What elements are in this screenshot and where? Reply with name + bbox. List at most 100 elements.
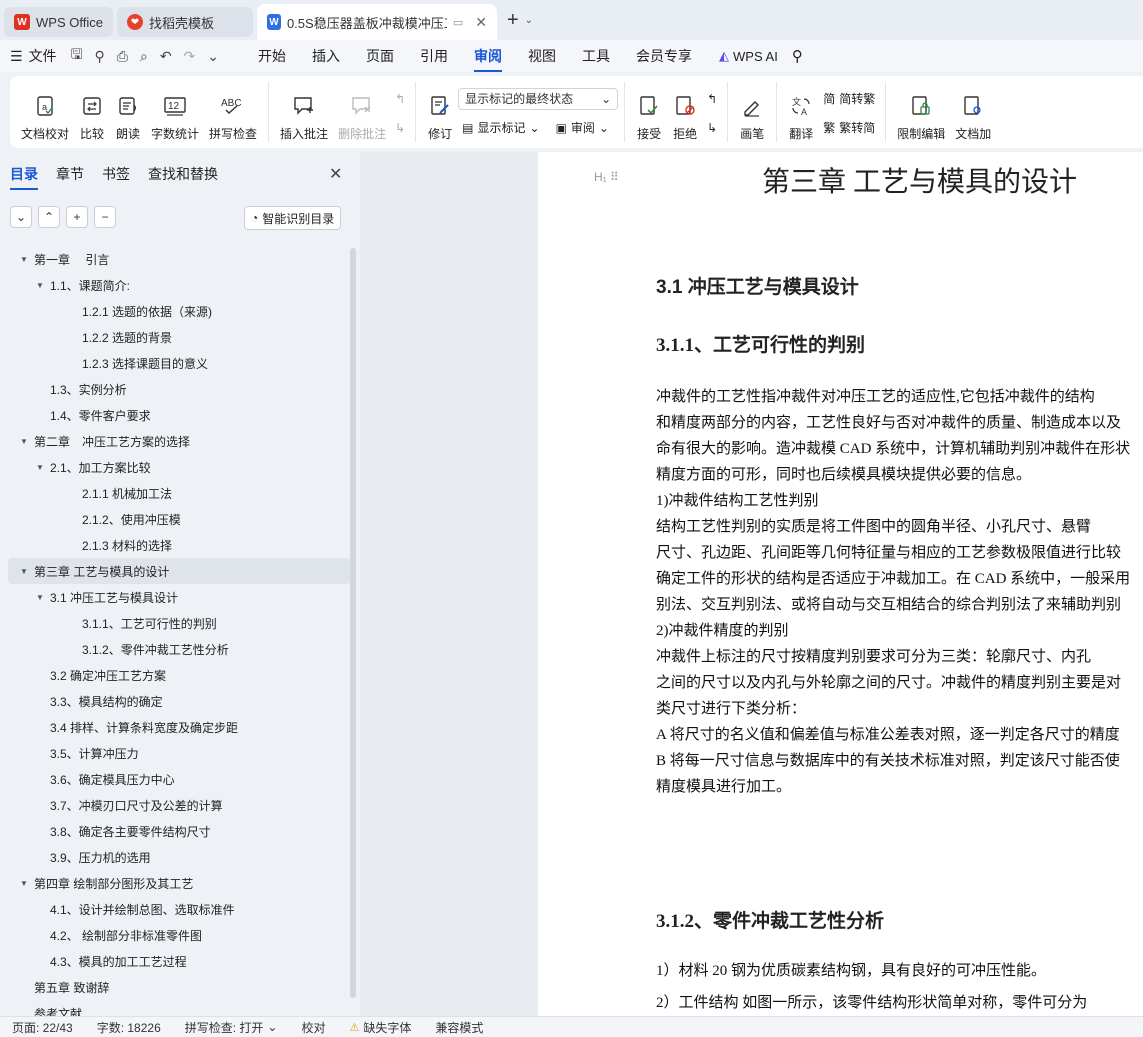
show-markup-button[interactable]: ▤ 显示标记 ⌄ <box>458 117 543 138</box>
toc-item[interactable]: 2.1.3 材料的选择 <box>8 532 350 558</box>
toc-item[interactable]: 4.2、 绘制部分非标准零件图 <box>8 922 350 948</box>
spell-check-button[interactable]: ABC 拼写检查 <box>204 84 262 142</box>
search-icon[interactable]: ⚲ <box>792 47 803 65</box>
toc-item[interactable]: 2.1.2、使用冲压模 <box>8 506 350 532</box>
toc-item[interactable]: ▼ 第二章 冲压工艺方案的选择 <box>8 428 350 454</box>
caret-down-icon[interactable]: ▼ <box>34 281 46 290</box>
tab-current-document[interactable]: W 0.5S稳压器盖板冲裁模冲压工… ▭ ✕ <box>256 4 497 40</box>
document-encrypt-button[interactable]: 文档加 <box>950 84 996 142</box>
toc-item[interactable]: 4.1、设计并绘制总图、选取标准件 <box>8 896 350 922</box>
caret-down-icon[interactable]: ▼ <box>34 593 46 602</box>
toc-item[interactable]: ▼ 第四章 绘制部分图形及其工艺 <box>8 870 350 896</box>
toc-item[interactable]: 2.1.1 机械加工法 <box>8 480 350 506</box>
chevron-down-icon[interactable]: ⌄ <box>10 206 32 228</box>
toc-item[interactable]: 4.3、模具的加工工艺过程 <box>8 948 350 974</box>
nav-tab-sections[interactable]: 章节 <box>56 164 84 184</box>
smart-toc-button[interactable]: ◔ 智能识别目录 <box>244 206 342 230</box>
toc-item[interactable]: 3.9、压力机的选用 <box>8 844 350 870</box>
markup-display-select[interactable]: 显示标记的最终状态 ⌄ <box>458 87 619 110</box>
previous-change-icon[interactable]: ↰ <box>703 90 721 108</box>
minus-icon[interactable]: − <box>94 206 116 228</box>
previous-comment-icon[interactable]: ↰ <box>391 90 409 108</box>
caret-down-icon[interactable]: ▼ <box>18 255 30 264</box>
word-count-indicator[interactable]: 字数: 18226 <box>97 1019 161 1036</box>
menu-insert[interactable]: 插入 <box>312 46 340 66</box>
tab-wps-office[interactable]: W WPS Office <box>4 7 113 37</box>
document-page[interactable]: H₁ ⠿ 第三章 工艺与模具的设计 3.1 冲压工艺与模具设计 3.1.1、工艺… <box>538 152 1143 1016</box>
wps-ai-button[interactable]: ◭ WPS AI <box>719 48 778 64</box>
plus-icon[interactable]: + <box>66 206 88 228</box>
caret-down-icon[interactable]: ▼ <box>18 567 30 576</box>
chevron-down-icon[interactable]: ⌄ <box>525 15 533 26</box>
toc-item[interactable]: 3.1.1、工艺可行性的判别 <box>8 610 350 636</box>
track-changes-button[interactable]: 修订 <box>422 84 458 142</box>
print-preview-icon[interactable]: ⌕ <box>140 48 148 65</box>
menu-review[interactable]: 审阅 <box>474 46 503 72</box>
toc-item[interactable]: 1.2.2 选题的背景 <box>8 324 350 350</box>
close-icon[interactable]: ✕ <box>475 14 487 31</box>
restrict-editing-button[interactable]: 限制编辑 <box>892 84 950 142</box>
toc-item[interactable]: ▼ 1.1、课题简介: <box>8 272 350 298</box>
simplified-to-traditional-button[interactable]: 简简转繁 <box>819 88 879 109</box>
translate-button[interactable]: 文A 翻译 <box>783 84 819 142</box>
caret-down-icon[interactable]: ▼ <box>34 463 46 472</box>
review-pane-button[interactable]: ▣ 审阅 ⌄ <box>552 117 613 138</box>
chevron-up-icon[interactable]: ⌃ <box>38 206 60 228</box>
menu-member[interactable]: 会员专享 <box>636 46 692 66</box>
redo-icon[interactable]: ↷ <box>184 48 196 65</box>
accept-button[interactable]: 接受 <box>631 84 667 142</box>
pen-button[interactable]: 画笔 <box>734 84 770 142</box>
toc-scrollbar[interactable] <box>350 248 356 998</box>
toc-item[interactable]: ▼ 第三章 工艺与模具的设计 <box>8 558 350 584</box>
menu-tools[interactable]: 工具 <box>582 46 610 66</box>
chevron-down-icon[interactable]: ⌄ <box>207 48 219 65</box>
close-icon[interactable]: ✕ <box>329 164 342 184</box>
toc-item[interactable]: 3.8、确定各主要零件结构尺寸 <box>8 818 350 844</box>
tab-docer-templates[interactable]: ❤ 找稻壳模板 <box>116 7 253 37</box>
compare-button[interactable]: 比较 <box>74 84 110 142</box>
new-tab-icon[interactable]: + <box>507 9 519 32</box>
toc-item[interactable]: 3.2 确定冲压工艺方案 <box>8 662 350 688</box>
reject-button[interactable]: 拒绝 <box>667 84 703 142</box>
menu-page[interactable]: 页面 <box>366 46 394 66</box>
missing-font-status[interactable]: ⚠ 缺失字体 <box>350 1019 412 1036</box>
next-change-icon[interactable]: ↳ <box>703 119 721 137</box>
share-icon[interactable]: ⚲ <box>95 48 105 65</box>
caret-down-icon[interactable]: ▼ <box>18 879 30 888</box>
nav-tab-bookmarks[interactable]: 书签 <box>102 164 130 184</box>
delete-comment-button[interactable]: 删除批注 <box>333 84 391 142</box>
toc-item[interactable]: 3.7、冲模刃口尺寸及公差的计算 <box>8 792 350 818</box>
monitor-icon[interactable]: ▭ <box>453 16 463 29</box>
spell-check-status[interactable]: 拼写检查: 打开 ⌄ <box>185 1019 278 1036</box>
toc-item[interactable]: 3.1.2、零件冲裁工艺性分析 <box>8 636 350 662</box>
toc-item[interactable]: ▼ 第一章 引言 <box>8 246 350 272</box>
word-count-button[interactable]: 12 字数统计 <box>146 84 204 142</box>
next-comment-icon[interactable]: ↳ <box>391 119 409 137</box>
undo-icon[interactable]: ↶ <box>160 48 172 65</box>
toc-item[interactable]: 第五章 致谢辞 <box>8 974 350 1000</box>
toc-item[interactable]: 1.4、零件客户要求 <box>8 402 350 428</box>
nav-tab-toc[interactable]: 目录 <box>10 164 38 190</box>
menu-start[interactable]: 开始 <box>258 46 286 66</box>
traditional-to-simplified-button[interactable]: 繁繁转简 <box>819 117 879 138</box>
toc-item[interactable]: 3.6、确定模具压力中心 <box>8 766 350 792</box>
nav-tab-find-replace[interactable]: 查找和替换 <box>148 164 218 184</box>
menu-view[interactable]: 视图 <box>528 46 556 66</box>
toc-item[interactable]: 3.3、模具结构的确定 <box>8 688 350 714</box>
file-menu[interactable]: ☰ 文件 <box>10 46 57 66</box>
heading-drag-handle-icon[interactable]: H₁ ⠿ <box>594 170 619 184</box>
proofread-button[interactable]: a 文档校对 <box>16 84 74 142</box>
read-aloud-button[interactable]: 朗读 <box>110 84 146 142</box>
toc-item[interactable]: 1.2.1 选题的依据（来源) <box>8 298 350 324</box>
menu-references[interactable]: 引用 <box>420 46 448 66</box>
print-icon[interactable]: ⎙ <box>117 48 128 65</box>
insert-comment-button[interactable]: 插入批注 <box>275 84 333 142</box>
toc-item[interactable]: ▼ 3.1 冲压工艺与模具设计 <box>8 584 350 610</box>
save-icon[interactable]: 🖫 <box>71 44 83 68</box>
toc-item[interactable]: ▼ 2.1、加工方案比较 <box>8 454 350 480</box>
proof-status[interactable]: 校对 <box>301 1019 325 1036</box>
toc-item[interactable]: 3.5、计算冲压力 <box>8 740 350 766</box>
toc-item[interactable]: 1.3、实例分析 <box>8 376 350 402</box>
toc-item[interactable]: 1.2.3 选择课题目的意义 <box>8 350 350 376</box>
caret-down-icon[interactable]: ▼ <box>18 437 30 446</box>
